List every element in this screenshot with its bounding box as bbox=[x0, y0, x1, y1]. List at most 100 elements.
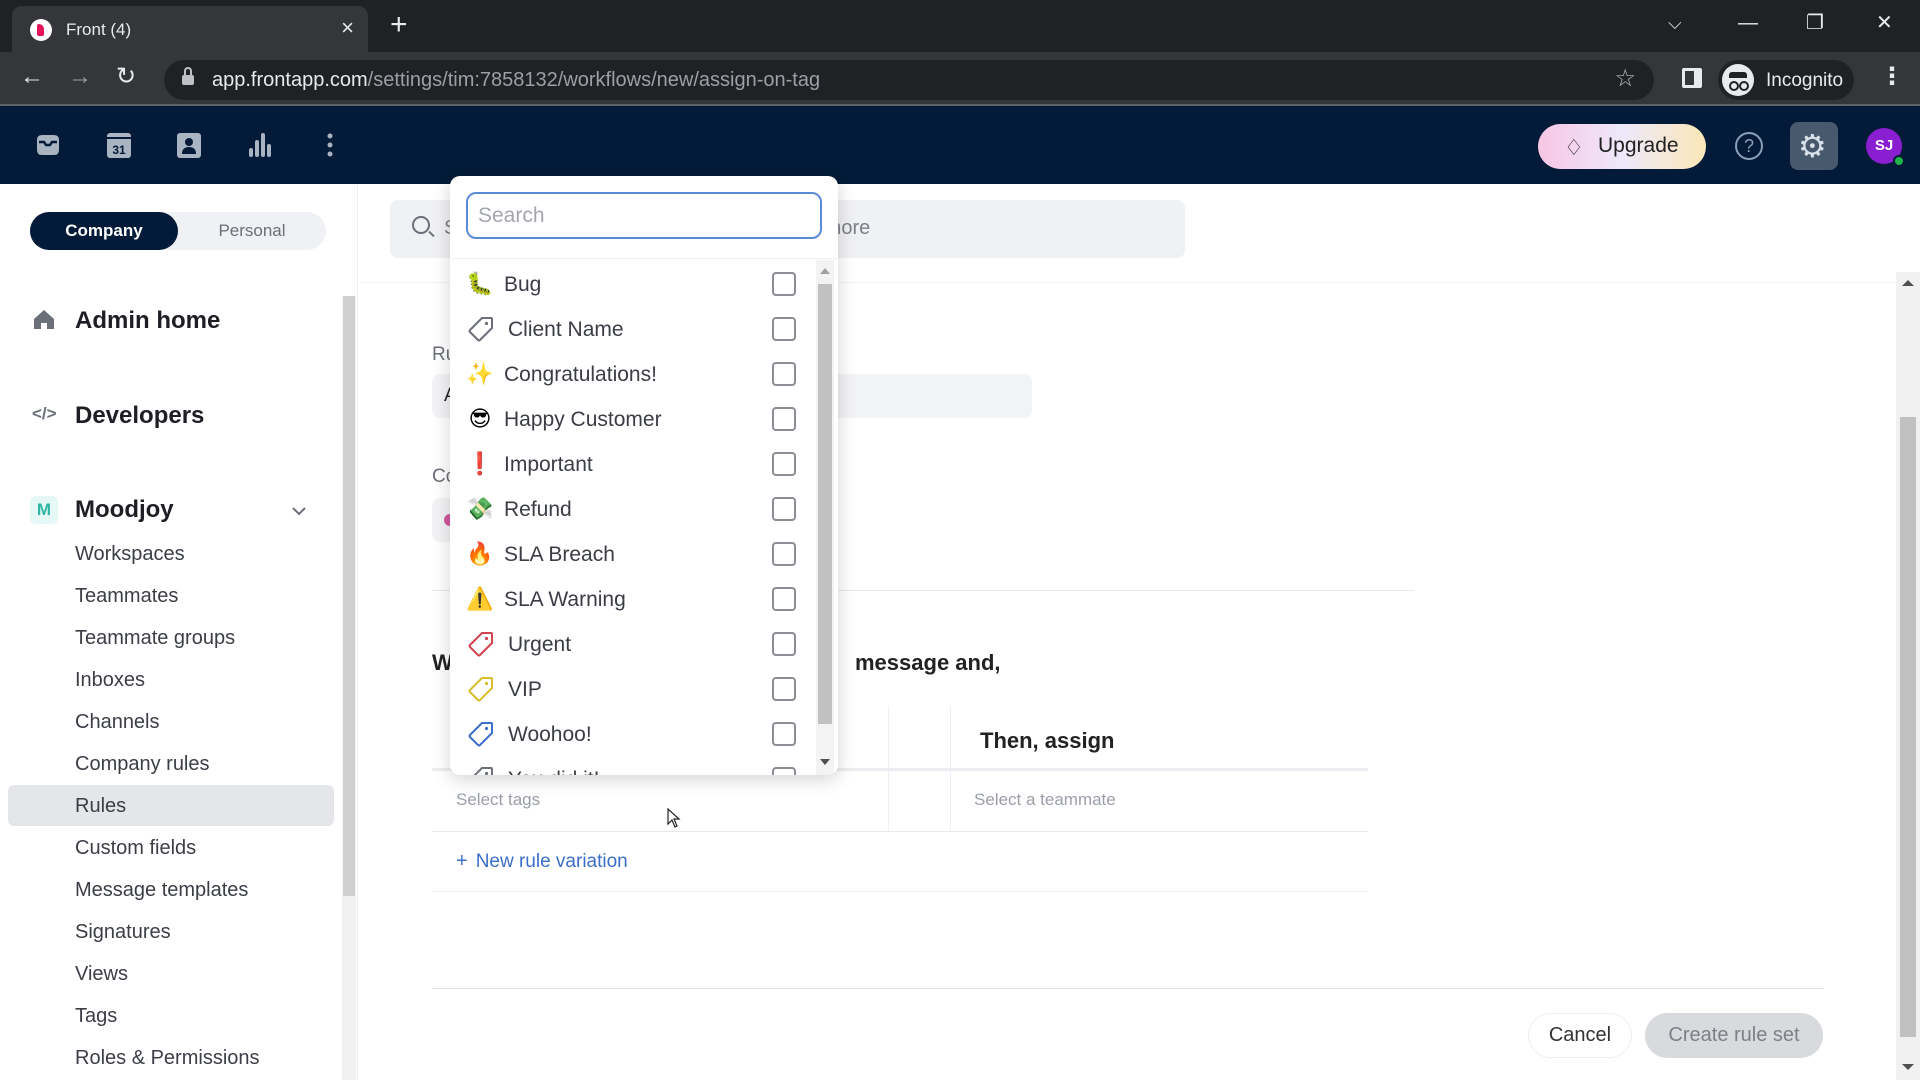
tag-option[interactable]: Woohoo! bbox=[450, 712, 820, 757]
address-bar[interactable]: app.frontapp.com/settings/tim:7858132/wo… bbox=[164, 60, 1654, 100]
tag-option[interactable]: ❗ Important bbox=[450, 442, 820, 487]
tag-option-label: Urgent bbox=[508, 633, 572, 656]
incognito-profile-button[interactable]: Incognito bbox=[1718, 60, 1854, 100]
create-rule-set-button[interactable]: Create rule set bbox=[1645, 1013, 1823, 1058]
sidebar-item-inboxes[interactable]: Inboxes bbox=[75, 669, 145, 692]
browser-tab[interactable]: Front (4) × bbox=[12, 6, 368, 52]
tag-list-scrollbar-thumb[interactable] bbox=[818, 284, 832, 724]
sidebar-item-tags[interactable]: Tags bbox=[75, 1005, 117, 1028]
workspace-badge: M bbox=[30, 496, 58, 524]
new-tab-button[interactable]: + bbox=[390, 8, 408, 42]
sidebar-item-teammates[interactable]: Teammates bbox=[75, 585, 178, 608]
minimize-icon[interactable]: — bbox=[1738, 8, 1758, 38]
page-scrollbar[interactable] bbox=[1896, 272, 1920, 1080]
sidebar-item-views[interactable]: Views bbox=[75, 963, 128, 986]
tag-option-checkbox[interactable] bbox=[772, 407, 796, 431]
tag-option-checkbox[interactable] bbox=[772, 767, 796, 775]
help-icon[interactable]: ? bbox=[1735, 132, 1763, 160]
user-avatar[interactable]: SJ bbox=[1866, 128, 1905, 167]
select-tags-field[interactable]: Select tags bbox=[456, 790, 540, 810]
sidebar-item-message-templates[interactable]: Message templates bbox=[75, 879, 248, 902]
tag-option-checkbox[interactable] bbox=[772, 542, 796, 566]
tag-picker-dropdown: 🐛 Bug Client Name ✨ Congratulations! 😎 Happy C… bbox=[450, 176, 838, 775]
tag-option-checkbox[interactable] bbox=[772, 632, 796, 656]
tag-option[interactable]: 🐛 Bug bbox=[450, 262, 820, 307]
page-scrollbar-thumb[interactable] bbox=[1900, 417, 1916, 1037]
sidebar-workspace-moodjoy[interactable]: Moodjoy bbox=[75, 496, 174, 524]
select-teammate-field[interactable]: Select a teammate bbox=[974, 790, 1116, 810]
analytics-icon[interactable] bbox=[245, 130, 275, 160]
settings-button[interactable]: ⚙ bbox=[1790, 122, 1838, 170]
sidebar-developers[interactable]: Developers bbox=[75, 402, 204, 430]
tag-option-checkbox[interactable] bbox=[772, 452, 796, 476]
scroll-up-arrow-icon[interactable] bbox=[820, 268, 830, 274]
browser-menu-icon[interactable]: ⋮ bbox=[1880, 62, 1904, 92]
tag-option[interactable]: Urgent bbox=[450, 622, 820, 667]
tab-company[interactable]: Company bbox=[30, 212, 178, 250]
tag-option[interactable]: 💸 Refund bbox=[450, 487, 820, 532]
sidebar-item-rules[interactable]: Rules bbox=[75, 795, 126, 818]
code-icon: </> bbox=[32, 404, 57, 423]
new-rule-variation-button[interactable]: + New rule variation bbox=[456, 850, 628, 873]
forward-icon[interactable]: → bbox=[68, 62, 92, 92]
incognito-icon bbox=[1722, 64, 1754, 96]
tag-option-checkbox[interactable] bbox=[772, 722, 796, 746]
tag-option-label: Happy Customer bbox=[504, 408, 662, 431]
sidebar-item-company-rules[interactable]: Company rules bbox=[75, 753, 210, 776]
sidebar-item-custom-fields[interactable]: Custom fields bbox=[75, 837, 196, 860]
inbox-icon[interactable] bbox=[33, 130, 63, 160]
tag-search-input[interactable] bbox=[466, 192, 822, 239]
side-panel-icon[interactable] bbox=[1682, 68, 1702, 88]
tag-option[interactable]: ✨ Congratulations! bbox=[450, 352, 820, 397]
tag-option-checkbox[interactable] bbox=[772, 362, 796, 386]
tag-option[interactable]: 🔥 SLA Breach bbox=[450, 532, 820, 577]
sidebar-item-workspaces[interactable]: Workspaces bbox=[75, 543, 185, 566]
sidebar-item-signatures[interactable]: Signatures bbox=[75, 921, 171, 944]
tag-list-scrollbar[interactable] bbox=[816, 260, 834, 775]
tag-option[interactable]: 😎 Happy Customer bbox=[450, 397, 820, 442]
tag-icon bbox=[468, 677, 493, 702]
sidebar-scrollbar-thumb[interactable] bbox=[343, 296, 355, 896]
search-icon bbox=[412, 216, 430, 234]
restore-icon[interactable]: ❐ bbox=[1806, 8, 1824, 38]
settings-sidebar: Company Personal Admin home </> Develope… bbox=[0, 184, 358, 1080]
contacts-icon[interactable] bbox=[174, 130, 204, 160]
bookmark-star-icon[interactable]: ☆ bbox=[1614, 64, 1636, 93]
tag-icon bbox=[468, 317, 493, 342]
reload-icon[interactable]: ↻ bbox=[116, 62, 136, 92]
scope-toggle: Company Personal bbox=[30, 212, 326, 250]
scroll-down-arrow-icon[interactable] bbox=[820, 759, 830, 765]
sunglasses-face-icon: 😎 bbox=[468, 406, 492, 431]
scroll-down-arrow-icon[interactable] bbox=[1902, 1064, 1914, 1070]
sidebar-scrollbar[interactable] bbox=[342, 296, 356, 1080]
scroll-up-arrow-icon[interactable] bbox=[1902, 280, 1914, 286]
tag-option[interactable]: VIP bbox=[450, 667, 820, 712]
calendar-icon[interactable]: 31 bbox=[104, 130, 134, 160]
tag-option-checkbox[interactable] bbox=[772, 587, 796, 611]
tab-personal[interactable]: Personal bbox=[178, 212, 326, 250]
browser-toolbar: ← → ↻ app.frontapp.com/settings/tim:7858… bbox=[0, 52, 1920, 106]
tag-option-checkbox[interactable] bbox=[772, 497, 796, 521]
sidebar-admin-home[interactable]: Admin home bbox=[75, 307, 220, 335]
tag-option[interactable]: Client Name bbox=[450, 307, 820, 352]
tag-option[interactable]: ⚠️ SLA Warning bbox=[450, 577, 820, 622]
incognito-label: Incognito bbox=[1766, 70, 1844, 91]
sidebar-item-teammate-groups[interactable]: Teammate groups bbox=[75, 627, 235, 650]
upgrade-button[interactable]: ♢ Upgrade bbox=[1538, 124, 1706, 169]
tab-close-icon[interactable]: × bbox=[341, 16, 354, 40]
sidebar-item-channels[interactable]: Channels bbox=[75, 711, 160, 734]
cancel-button[interactable]: Cancel bbox=[1528, 1013, 1632, 1058]
tab-search-icon[interactable]: ⌵ bbox=[1668, 8, 1682, 38]
sidebar-item-roles-permissions[interactable]: Roles & Permissions bbox=[75, 1047, 260, 1070]
more-icon[interactable] bbox=[315, 130, 345, 160]
url-text[interactable]: app.frontapp.com/settings/tim:7858132/wo… bbox=[212, 69, 820, 92]
dropdown-divider bbox=[450, 258, 838, 259]
chevron-down-icon[interactable] bbox=[290, 502, 308, 520]
tag-option-label: Congratulations! bbox=[504, 363, 657, 386]
back-icon[interactable]: ← bbox=[20, 62, 44, 92]
tag-option-checkbox[interactable] bbox=[772, 272, 796, 296]
window-close-icon[interactable]: ✕ bbox=[1876, 8, 1893, 38]
tag-option-checkbox[interactable] bbox=[772, 677, 796, 701]
tag-option[interactable]: You did it! bbox=[450, 757, 820, 775]
tag-option-checkbox[interactable] bbox=[772, 317, 796, 341]
